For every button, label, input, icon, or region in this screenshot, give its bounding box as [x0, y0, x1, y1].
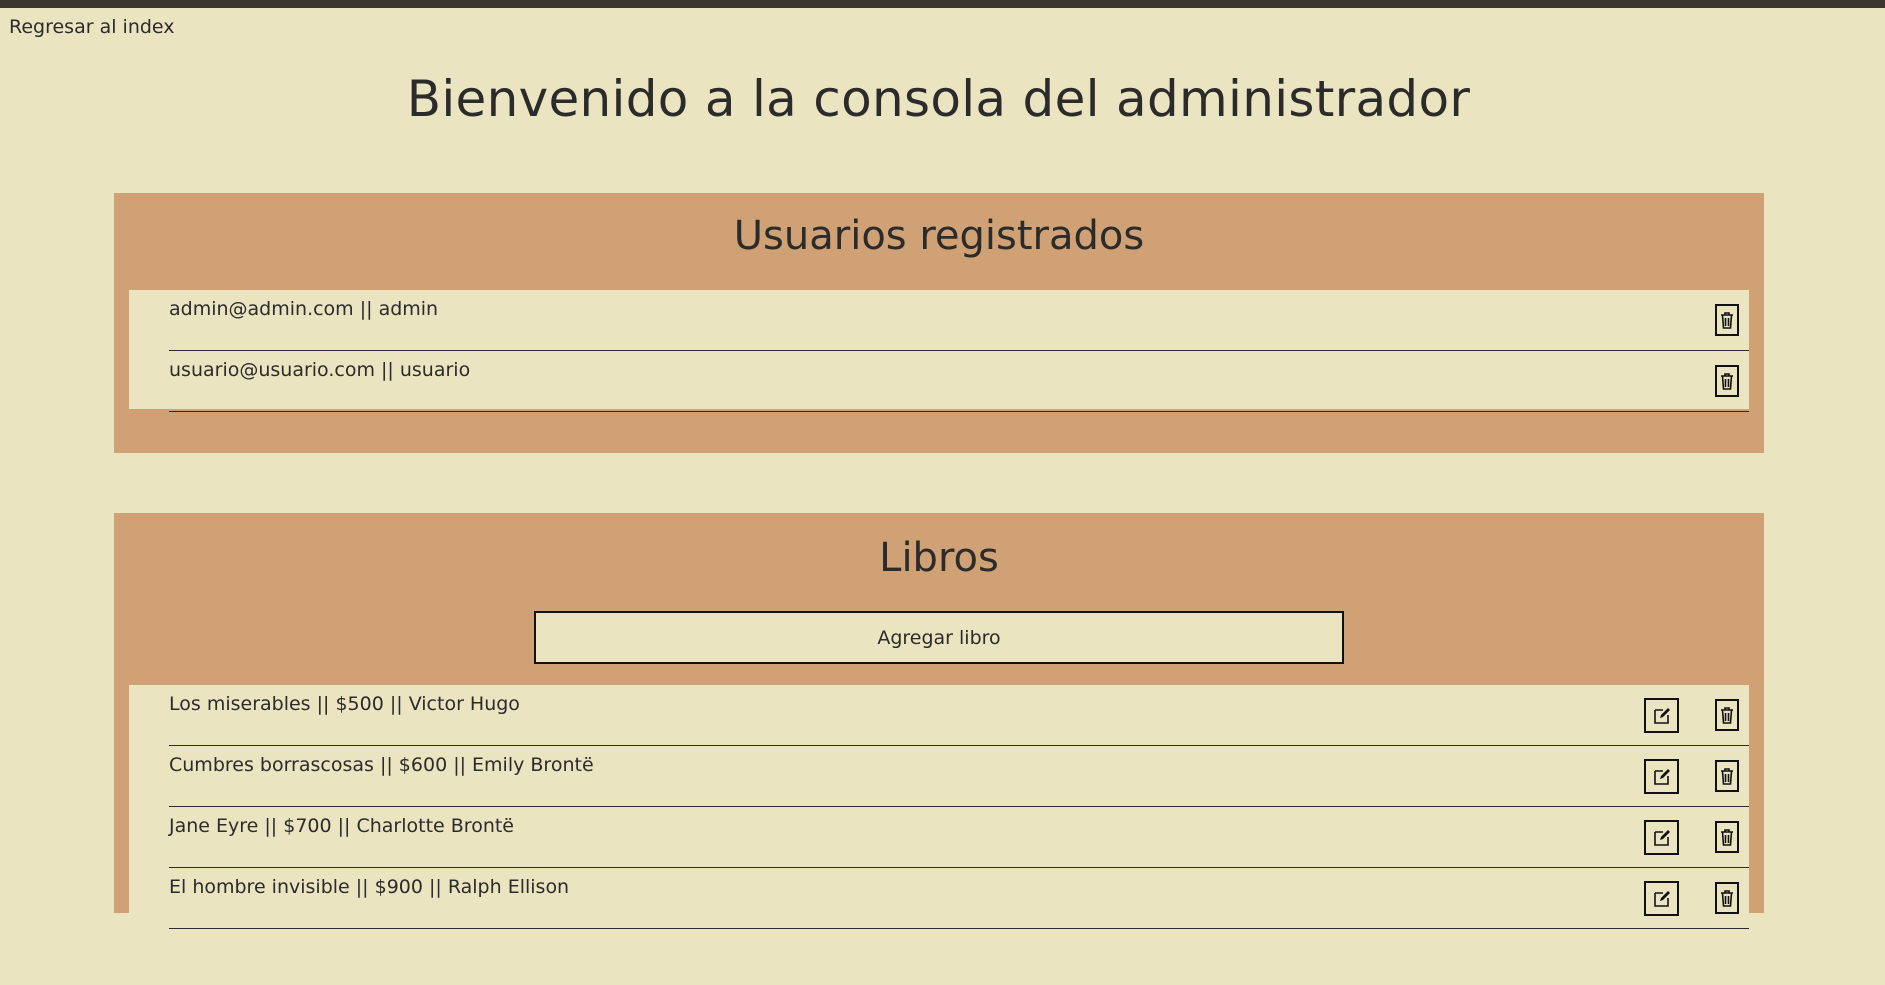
delete-user-button[interactable]: [1715, 365, 1739, 397]
books-panel-title: Libros: [879, 535, 999, 581]
edit-book-button[interactable]: [1644, 820, 1679, 855]
book-row: El hombre invisible || $900 || Ralph Ell…: [169, 868, 1749, 929]
book-row: Cumbres borrascosas || $600 || Emily Bro…: [169, 746, 1749, 807]
delete-book-button[interactable]: [1715, 882, 1739, 914]
delete-user-button[interactable]: [1715, 304, 1739, 336]
delete-book-button[interactable]: [1715, 760, 1739, 792]
user-row: usuario@usuario.com || usuario: [169, 351, 1749, 412]
delete-book-button[interactable]: [1715, 699, 1739, 731]
trash-icon: [1720, 766, 1734, 786]
edit-icon: [1652, 767, 1672, 787]
trash-icon: [1720, 371, 1734, 391]
users-panel-title: Usuarios registrados: [733, 213, 1145, 259]
books-panel: Libros Agregar libro Los miserables || $…: [114, 513, 1764, 985]
trash-icon: [1720, 888, 1734, 908]
trash-icon: [1720, 705, 1734, 725]
book-row: Jane Eyre || $700 || Charlotte Brontë: [169, 807, 1749, 868]
delete-book-button[interactable]: [1715, 821, 1739, 853]
user-row-text: admin@admin.com || admin: [169, 298, 439, 320]
add-book-button[interactable]: Agregar libro: [534, 611, 1344, 664]
edit-icon: [1652, 889, 1672, 909]
book-row-text: Jane Eyre || $700 || Charlotte Brontë: [169, 815, 514, 837]
edit-book-button[interactable]: [1644, 698, 1679, 733]
books-list: Los miserables || $500 || Victor Hugo Cu…: [129, 685, 1749, 985]
edit-book-button[interactable]: [1644, 881, 1679, 916]
page-title: Bienvenido a la consola del administrado…: [406, 70, 1471, 128]
users-list: admin@admin.com || admin usuario@usuario…: [129, 290, 1749, 412]
user-row: admin@admin.com || admin: [169, 290, 1749, 351]
book-row: Los miserables || $500 || Victor Hugo: [169, 685, 1749, 746]
trash-icon: [1720, 827, 1734, 847]
users-panel: Usuarios registrados admin@admin.com || …: [114, 193, 1764, 453]
user-row-text: usuario@usuario.com || usuario: [169, 359, 471, 381]
edit-book-button[interactable]: [1644, 759, 1679, 794]
book-row-text: El hombre invisible || $900 || Ralph Ell…: [169, 876, 570, 898]
book-row-text: Los miserables || $500 || Victor Hugo: [169, 693, 520, 715]
top-bar: [0, 0, 1885, 8]
edit-icon: [1652, 706, 1672, 726]
trash-icon: [1720, 310, 1734, 330]
back-to-index-link[interactable]: Regresar al index: [9, 16, 175, 38]
book-row-text: Cumbres borrascosas || $600 || Emily Bro…: [169, 754, 594, 776]
edit-icon: [1652, 828, 1672, 848]
